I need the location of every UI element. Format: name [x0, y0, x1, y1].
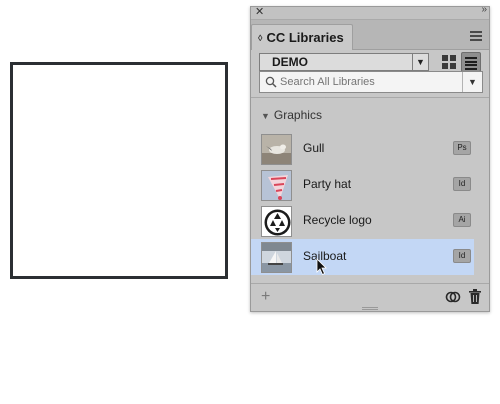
panel-tab-row: ◊ CC Libraries	[251, 20, 489, 50]
sailboat-thumbnail	[261, 242, 292, 273]
search-field[interactable]: ▼	[259, 71, 483, 93]
panel-title-bar[interactable]: ✕ »	[251, 4, 489, 20]
tab-label: CC Libraries	[266, 30, 344, 45]
panel-menu-icon[interactable]	[470, 31, 482, 41]
divider	[251, 97, 489, 98]
search-input[interactable]	[280, 74, 450, 90]
search-icon	[265, 76, 277, 88]
add-icon[interactable]: +	[261, 288, 270, 306]
close-icon[interactable]: ✕	[255, 5, 264, 19]
disclosure-triangle-icon[interactable]: ▼	[261, 111, 270, 121]
list-item-sailboat[interactable]: Sailboat Id	[251, 239, 474, 275]
grid-view-icon[interactable]	[441, 54, 457, 70]
collapse-icon[interactable]: »	[481, 4, 486, 15]
creative-cloud-sync-icon[interactable]	[445, 290, 461, 304]
asset-label: Gull	[303, 141, 325, 155]
tab-stack-icon: ◊	[258, 32, 263, 43]
asset-label: Recycle logo	[303, 213, 372, 227]
app-badge: Ai	[453, 213, 471, 227]
recycle-logo-thumbnail	[261, 206, 292, 237]
search-filter-dropdown-icon[interactable]: ▼	[462, 72, 482, 92]
panel-footer: +	[251, 283, 489, 311]
section-label: Graphics	[273, 108, 322, 122]
asset-label: Party hat	[303, 177, 352, 191]
resize-grip[interactable]	[362, 307, 378, 310]
list-item-recycle-logo[interactable]: Recycle logo Ai	[251, 203, 474, 239]
section-header-graphics[interactable]: ▼ Graphics	[261, 108, 322, 122]
mouse-cursor-icon	[316, 258, 327, 276]
gull-thumbnail	[261, 134, 292, 165]
party-hat-thumbnail	[261, 170, 292, 201]
dropdown-arrow-icon[interactable]: ▼	[412, 54, 428, 70]
list-view-icon[interactable]	[461, 52, 481, 72]
app-badge: Id	[453, 177, 471, 191]
app-badge: Id	[453, 249, 471, 263]
app-badge: Ps	[453, 141, 471, 155]
tab-cc-libraries[interactable]: ◊ CC Libraries	[251, 24, 353, 50]
list-item-party-hat[interactable]: Party hat Id	[251, 167, 474, 203]
list-item-gull[interactable]: Gull Ps	[251, 131, 474, 167]
cc-libraries-panel: ✕ » ◊ CC Libraries DEMO ▼ ▼ ▼Graphics	[250, 4, 490, 312]
trash-icon[interactable]	[469, 289, 481, 304]
library-select[interactable]: DEMO ▼	[259, 53, 429, 71]
library-select-value: DEMO	[272, 55, 308, 69]
document-frame	[10, 62, 228, 279]
